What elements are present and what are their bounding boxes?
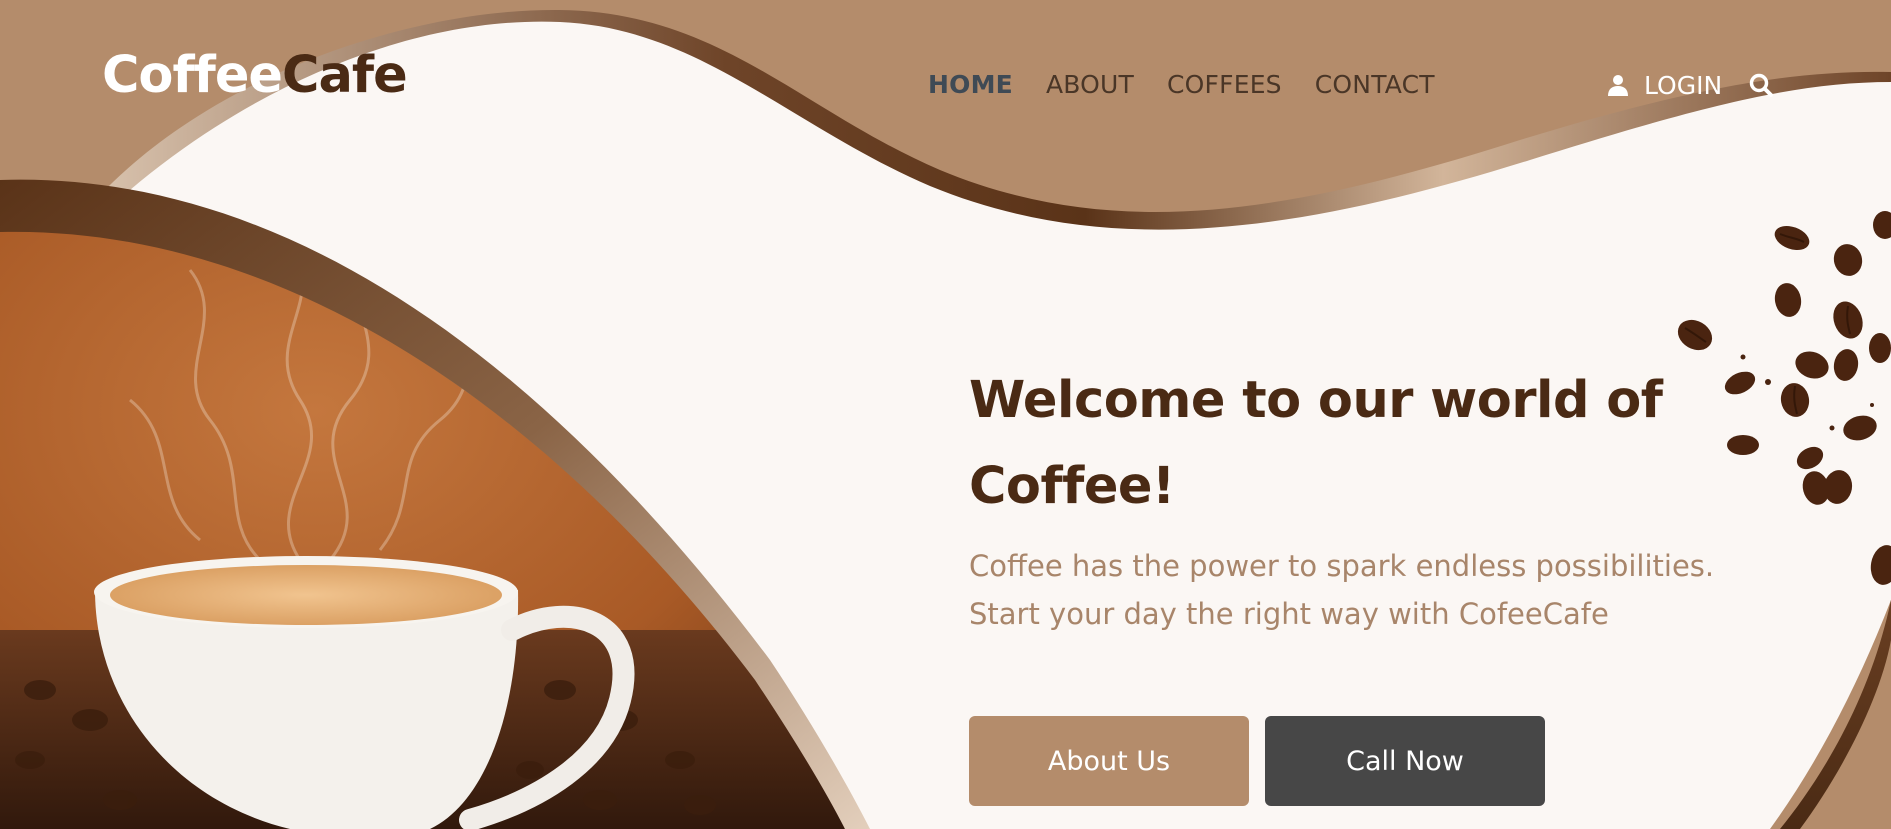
about-us-button[interactable]: About Us bbox=[969, 716, 1249, 806]
login-label: LOGIN bbox=[1644, 70, 1723, 100]
call-now-button[interactable]: Call Now bbox=[1265, 716, 1545, 806]
nav-contact[interactable]: CONTACT bbox=[1315, 72, 1435, 97]
hero-subtitle-line-2: Start your day the right way with CofeeC… bbox=[969, 597, 1609, 631]
hero-subtitle: Coffee has the power to spark endless po… bbox=[969, 542, 1829, 638]
logo-part-2: Cafe bbox=[282, 46, 408, 105]
nav-about[interactable]: ABOUT bbox=[1046, 72, 1134, 97]
hero-subtitle-line-1: Coffee has the power to spark endless po… bbox=[969, 549, 1715, 583]
hero-title: Welcome to our world of Coffee! bbox=[969, 371, 1663, 516]
main-nav: HOME ABOUT COFFEES CONTACT bbox=[928, 72, 1435, 97]
search-icon[interactable] bbox=[1748, 72, 1774, 98]
nav-home[interactable]: HOME bbox=[928, 72, 1013, 97]
hero-section: CoffeeCafe HOME ABOUT COFFEES CONTACT LO… bbox=[0, 0, 1891, 829]
user-icon bbox=[1608, 75, 1628, 96]
logo-part-1: Coffee bbox=[102, 46, 283, 105]
login-link[interactable]: LOGIN bbox=[1606, 72, 1774, 98]
brand-logo[interactable]: CoffeeCafe bbox=[102, 50, 408, 101]
nav-coffees[interactable]: COFFEES bbox=[1167, 72, 1282, 97]
